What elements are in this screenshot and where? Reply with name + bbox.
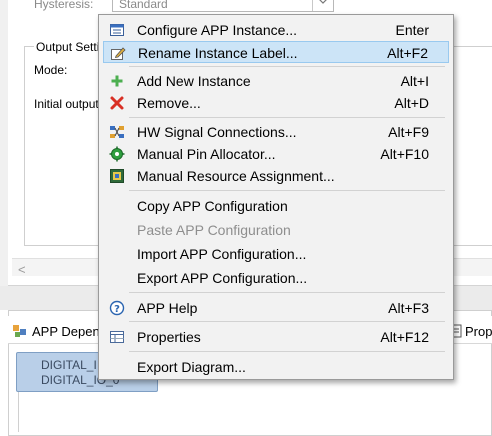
menu-item-hw-signal-connections[interactable]: HW Signal Connections... Alt+F9 — [103, 121, 449, 143]
menu-item-label: HW Signal Connections... — [137, 124, 297, 140]
menu-item-label: Remove... — [137, 95, 201, 111]
menu-item-shortcut: Alt+F2 — [387, 45, 428, 61]
menu-item-shortcut: Alt+F9 — [388, 124, 429, 140]
menu-separator — [129, 351, 445, 352]
menu-item-label: Configure APP Instance... — [137, 22, 298, 38]
menu-item-app-help[interactable]: ? APP Help Alt+F3 — [103, 297, 449, 319]
node-label-line1: DIGITAL_I — [41, 358, 97, 372]
menu-item-label: Manual Pin Allocator... — [137, 146, 276, 162]
hysteresis-label: Hysteresis: — [34, 0, 94, 11]
tab-properties[interactable]: Prop — [450, 321, 492, 341]
chevron-down-icon — [319, 0, 327, 4]
menu-item-export-diagram[interactable]: Export Diagram... — [103, 356, 449, 378]
output-settings-title: Output Setti — [34, 40, 102, 54]
menu-item-shortcut: Alt+F10 — [380, 146, 429, 162]
menu-item-label: APP Help — [137, 300, 198, 316]
menu-item-configure-app-instance[interactable]: Configure APP Instance... Enter — [103, 19, 449, 41]
context-menu: Configure APP Instance... Enter Rename I… — [98, 14, 454, 380]
menu-separator — [129, 66, 445, 67]
menu-item-remove[interactable]: Remove... Alt+D — [103, 92, 449, 114]
menu-item-shortcut: Alt+I — [400, 73, 429, 89]
menu-item-manual-resource-assignment[interactable]: Manual Resource Assignment... — [103, 165, 449, 187]
menu-separator — [129, 190, 445, 191]
app-dependency-icon — [13, 325, 26, 337]
menu-item-label: Rename Instance Label... — [138, 45, 298, 61]
add-icon — [109, 73, 125, 89]
menu-item-shortcut: Alt+D — [394, 95, 429, 111]
menu-item-manual-pin-allocator[interactable]: Manual Pin Allocator... Alt+F10 — [103, 143, 449, 165]
hysteresis-dropdown-button[interactable] — [312, 0, 333, 11]
pin-allocator-icon — [109, 146, 125, 162]
tab-properties-label: Prop — [465, 323, 492, 339]
signal-connections-icon — [109, 124, 125, 140]
mode-label: Mode: — [34, 63, 68, 77]
menu-item-label: Manual Resource Assignment... — [137, 168, 335, 184]
menu-separator — [129, 292, 445, 293]
configure-icon — [109, 22, 125, 38]
hysteresis-value: Standard — [119, 0, 168, 11]
menu-separator — [129, 117, 445, 118]
editor-left-strip — [0, 0, 8, 286]
svg-text:?: ? — [114, 304, 120, 315]
menu-item-shortcut: Alt+F3 — [388, 300, 429, 316]
tab-app-dependency[interactable]: APP Depen — [12, 321, 100, 341]
menu-item-properties[interactable]: Properties Alt+F12 — [103, 326, 449, 348]
menu-item-import-app-configuration[interactable]: Import APP Configuration... — [103, 243, 449, 265]
rename-icon — [110, 45, 126, 61]
resource-assignment-icon — [109, 168, 125, 184]
menu-item-export-app-configuration[interactable]: Export APP Configuration... — [103, 267, 449, 289]
menu-separator — [129, 321, 445, 322]
menu-item-label: Paste APP Configuration — [137, 222, 291, 238]
initial-output-label: Initial output — [34, 97, 99, 111]
menu-item-rename-instance-label[interactable]: Rename Instance Label... Alt+F2 — [103, 41, 449, 63]
menu-item-paste-app-configuration: Paste APP Configuration — [103, 219, 449, 241]
scroll-left-arrow-icon[interactable]: < — [18, 262, 26, 277]
hysteresis-combo[interactable]: Standard — [112, 0, 334, 12]
diagram-connector — [18, 392, 19, 432]
help-icon: ? — [109, 300, 125, 316]
menu-item-shortcut: Enter — [395, 22, 429, 38]
tab-app-dependency-label: APP Depen — [32, 323, 100, 339]
menu-item-label: Add New Instance — [137, 73, 251, 89]
menu-item-add-new-instance[interactable]: Add New Instance Alt+I — [103, 70, 449, 92]
remove-icon — [109, 95, 125, 111]
menu-item-label: Import APP Configuration... — [137, 246, 307, 262]
menu-item-shortcut: Alt+F12 — [380, 329, 429, 345]
menu-item-copy-app-configuration[interactable]: Copy APP Configuration — [103, 195, 449, 217]
menu-item-label: Export APP Configuration... — [137, 270, 308, 286]
menu-item-label: Properties — [137, 329, 201, 345]
menu-item-label: Export Diagram... — [137, 359, 246, 375]
menu-item-label: Copy APP Configuration — [137, 198, 288, 214]
properties-icon — [109, 329, 125, 345]
